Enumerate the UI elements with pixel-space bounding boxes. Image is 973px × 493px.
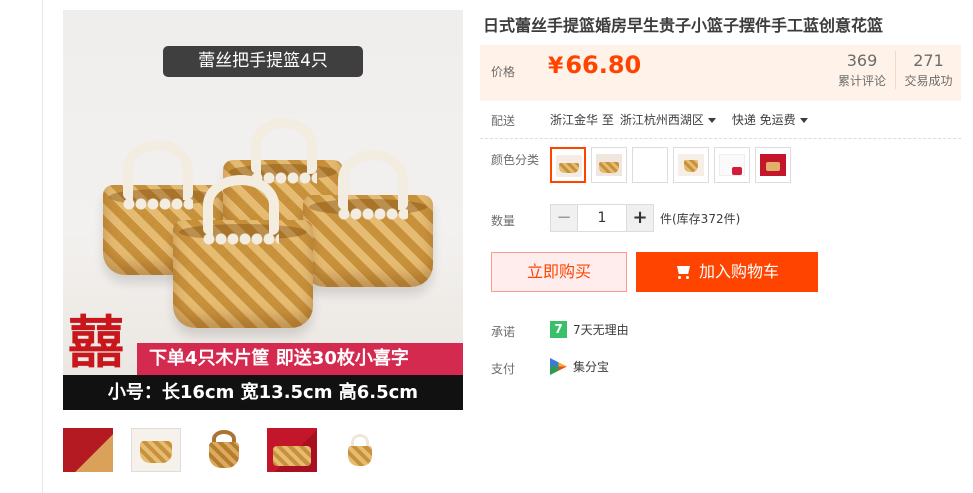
thumbnail-1[interactable]	[63, 428, 113, 472]
lace-handle-2	[251, 118, 317, 188]
sales-count: 271	[913, 51, 944, 70]
shipping-row: 浙江金华 至 浙江杭州西湖区 快递 免运费	[550, 111, 808, 128]
reviews-stat[interactable]: 369 累计评论	[829, 51, 895, 89]
stats: 369 累计评论 271 交易成功	[829, 51, 961, 89]
color-label: 颜色分类	[491, 153, 540, 167]
price-value: ¥66.80	[548, 51, 641, 79]
shipping-label: 配送	[491, 114, 516, 128]
reviews-label: 累计评论	[837, 74, 886, 88]
sales-label: 交易成功	[904, 74, 953, 88]
stock-text: 件(库存372件)	[660, 211, 741, 226]
thumbnail-strip	[63, 428, 385, 472]
ship-from: 浙江金华 至	[550, 113, 614, 127]
lace-handle-4	[203, 175, 279, 249]
promise-text: 7天无理由	[573, 323, 629, 337]
ship-method: 快递 免运费	[731, 113, 796, 127]
sales-stat: 271 交易成功	[895, 51, 961, 89]
color-option-1[interactable]	[550, 147, 586, 183]
thumbnail-5[interactable]	[335, 428, 385, 472]
color-option-6[interactable]	[755, 147, 791, 183]
add-to-cart-button[interactable]: 加入购物车	[636, 252, 818, 292]
add-to-cart-label: 加入购物车	[698, 262, 779, 281]
buy-now-button[interactable]: 立即购买	[491, 252, 627, 292]
cart-icon	[675, 266, 691, 279]
jifenbao-icon	[550, 358, 567, 375]
product-title: 日式蕾丝手提篮婚房早生贵子小篮子摆件手工蓝创意花篮	[483, 16, 884, 35]
color-option-2[interactable]	[591, 147, 627, 183]
increase-button[interactable]: +	[626, 204, 654, 232]
size-banner: 小号：长16cm 宽13.5cm 高6.5cm	[63, 375, 463, 410]
chevron-down-icon	[799, 118, 808, 123]
color-options	[550, 147, 791, 183]
price-amount: 66.80	[565, 51, 642, 79]
seven-day-icon: 7	[550, 321, 567, 338]
promise-row[interactable]: 7 7天无理由	[550, 321, 629, 338]
page-left-divider	[42, 0, 43, 493]
ship-method-select[interactable]: 快递 免运费	[732, 111, 808, 128]
currency-symbol: ¥	[548, 54, 564, 79]
promo-banner: 下单4只木片筐 即送30枚小喜字	[137, 343, 463, 375]
payment-label: 支付	[491, 362, 516, 376]
payment-row[interactable]: 集分宝	[550, 358, 609, 375]
price-label: 价格	[491, 65, 516, 79]
thumbnail-4[interactable]	[267, 428, 317, 472]
quantity-stepper: − 1 + 件(库存372件)	[550, 204, 740, 232]
ship-to-select[interactable]: 浙江杭州西湖区	[620, 111, 716, 128]
thumbnail-2[interactable]	[131, 428, 181, 472]
reviews-count: 369	[846, 51, 878, 70]
price-panel: 价格 ¥66.80 369 累计评论 271 交易成功	[480, 45, 961, 101]
color-option-4[interactable]	[673, 147, 709, 183]
chevron-down-icon	[707, 118, 716, 123]
ship-to: 浙江杭州西湖区	[619, 113, 704, 127]
payment-text: 集分宝	[573, 360, 610, 374]
lace-handle-1	[123, 140, 193, 214]
lace-handle-3	[338, 150, 408, 224]
image-caption: 蕾丝把手提篮4只	[163, 46, 363, 77]
divider	[480, 138, 961, 139]
quantity-input[interactable]: 1	[578, 204, 626, 232]
decrease-button[interactable]: −	[550, 204, 578, 232]
color-option-3[interactable]	[632, 147, 668, 183]
quantity-label: 数量	[491, 214, 516, 228]
main-product-image[interactable]: 蕾丝把手提篮4只 囍 下单4只木片筐 即送30枚小喜字 小号：长16cm 宽13…	[63, 10, 463, 410]
promise-label: 承诺	[491, 325, 516, 339]
color-option-5[interactable]	[714, 147, 750, 183]
thumbnail-3[interactable]	[199, 428, 249, 472]
double-happiness-logo: 囍	[68, 310, 124, 376]
